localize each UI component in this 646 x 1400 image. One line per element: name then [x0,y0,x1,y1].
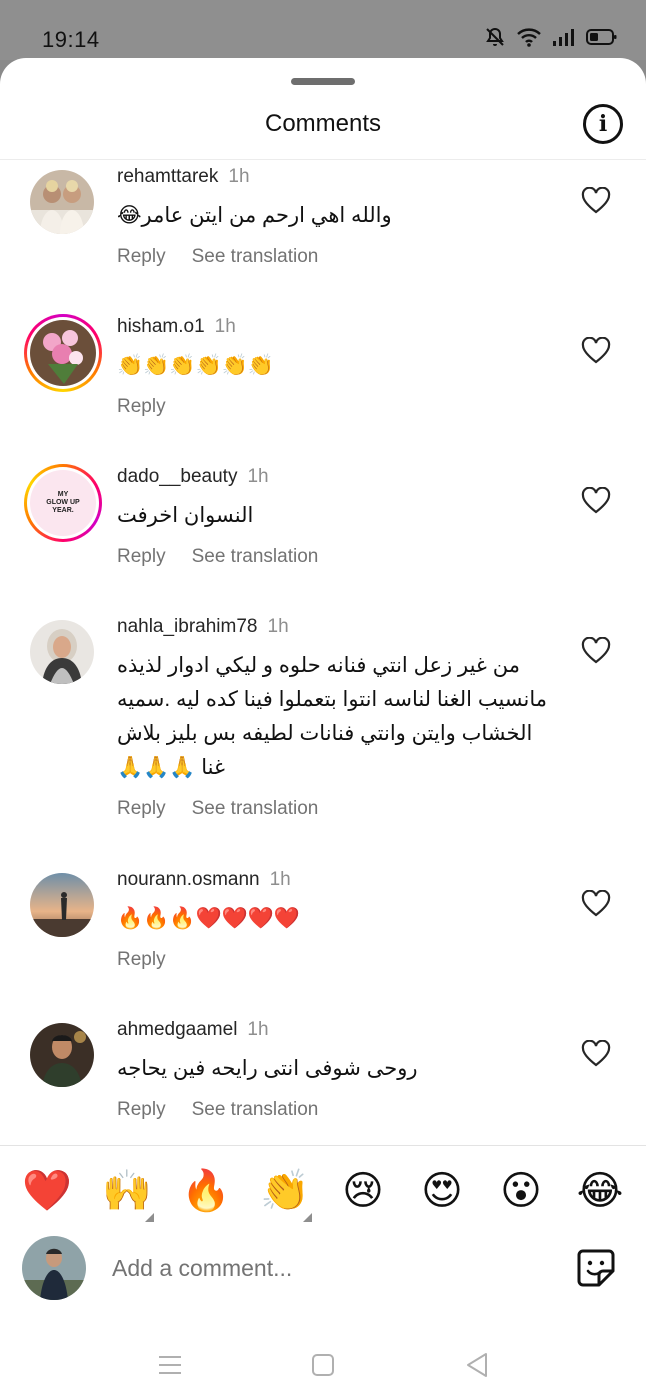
emoji-raised-hands-button[interactable]: 🙌 [102,1166,154,1222]
system-nav-bar [0,1338,646,1400]
comments-list[interactable]: rehamttarek 1h والله اهي ارحم من ايتن عام… [0,160,646,1145]
see-translation-button[interactable]: See translation [192,246,319,267]
comments-sheet: Comments i rehamttarek 1h والله اهي ارحم … [0,58,646,1400]
comment-time: 1h [228,166,250,187]
emoji-raised-hands: 🙌 [102,1169,152,1213]
avatar[interactable] [24,164,102,242]
back-icon[interactable] [462,1350,492,1380]
comment-text: والله اهي ارحم من ايتن عامر😂 [117,204,392,227]
comment-time: 1h [214,316,236,337]
skin-tone-indicator-icon [145,1213,154,1222]
reply-button[interactable]: Reply [117,396,166,417]
like-heart-icon[interactable] [581,1039,611,1068]
see-translation-button[interactable]: See translation [192,798,319,819]
see-translation-button[interactable]: See translation [192,546,319,567]
like-heart-icon[interactable] [581,186,611,215]
emoji-bar-divider [0,1145,646,1146]
avatar[interactable] [24,867,102,945]
story-ring [24,314,102,392]
emoji-clap-button[interactable]: 👏 [260,1166,312,1222]
like-heart-icon[interactable] [581,889,611,918]
comment-text: روحى شوفى انتى رايحه فين يحاجه [117,1057,418,1080]
status-bar: 19:14 [0,0,646,60]
reply-button[interactable]: Reply [117,246,166,267]
emoji-heart-eyes-button[interactable]: 😍 [417,1166,467,1216]
avatar[interactable] [24,314,102,392]
story-ring: MY GLOW UP YEAR. [24,464,102,542]
emoji-surprised-button[interactable]: 😮 [496,1166,546,1216]
page-title: Comments [264,110,382,137]
comment-username[interactable]: rehamttarek [117,166,218,187]
comment-text: 👏👏👏👏👏👏 [117,354,274,377]
like-heart-icon[interactable] [581,486,611,515]
signal-icon [552,27,576,47]
comment-username[interactable]: hisham.o1 [117,316,205,337]
add-comment-input[interactable] [112,1251,552,1285]
wifi-icon [516,26,542,48]
comment-text: النسوان اخرفت [117,504,254,527]
comment-time: 1h [247,1019,269,1040]
emoji-laughing-button[interactable]: 😂 [575,1166,625,1216]
composer-avatar [22,1236,86,1300]
menu-icon[interactable] [155,1350,185,1380]
mute-icon [484,26,506,48]
reply-button[interactable]: Reply [117,1099,166,1120]
sticker-icon[interactable] [575,1247,617,1289]
comment-username[interactable]: dado__beauty [117,466,237,487]
comment-text: من غير زعل انتي فنانه حلوه و ليكي ادوار … [117,654,548,779]
status-icons [484,26,618,48]
comment-time: 1h [269,869,291,890]
emoji-crying-button[interactable]: 😢 [338,1166,388,1216]
see-translation-button[interactable]: See translation [192,1099,319,1120]
status-time: 19:14 [42,27,100,52]
reply-button[interactable]: Reply [117,949,166,970]
drag-handle[interactable] [291,78,355,85]
comment-username[interactable]: ahmedgaamel [117,1019,237,1040]
like-heart-icon[interactable] [581,336,611,365]
home-icon[interactable] [308,1350,338,1380]
comment-username[interactable]: nourann.osmann [117,869,260,890]
reply-button[interactable]: Reply [117,798,166,819]
like-heart-icon[interactable] [581,636,611,665]
comment-username[interactable]: nahla_ibrahim78 [117,616,258,637]
comment-text: 🔥🔥🔥❤️❤️❤️❤️ [117,907,301,930]
emoji-heart-button[interactable]: ❤️ [22,1166,72,1216]
emoji-fire-button[interactable]: 🔥 [181,1166,231,1216]
battery-icon [586,27,618,47]
quick-reaction-bar: ❤️ 🙌 🔥 👏 😢 😍 😮 😂 [0,1166,646,1222]
info-icon[interactable]: i [583,104,623,144]
avatar[interactable]: MY GLOW UP YEAR. [24,464,102,542]
avatar[interactable] [24,614,102,692]
comment-time: 1h [247,466,269,487]
avatar-logo-text: MY GLOW UP YEAR. [46,491,80,514]
emoji-clap: 👏 [260,1169,310,1213]
comment-time: 1h [267,616,289,637]
avatar[interactable] [24,1017,102,1095]
reply-button[interactable]: Reply [117,546,166,567]
skin-tone-indicator-icon [303,1213,312,1222]
